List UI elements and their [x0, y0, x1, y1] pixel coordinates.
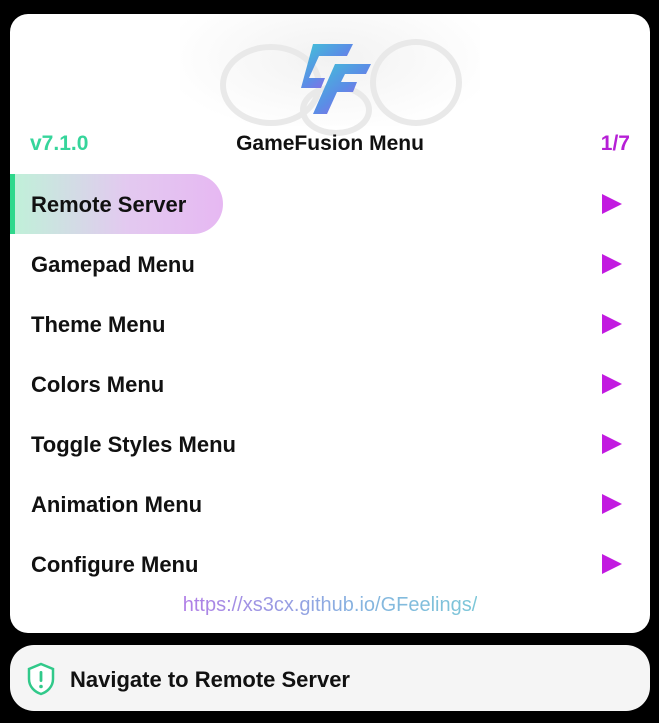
menu-item-label: Animation Menu — [31, 492, 203, 517]
play-arrow-icon — [602, 254, 622, 274]
play-arrow-icon — [602, 554, 622, 574]
page-indicator: 1/7 — [600, 132, 630, 155]
notification-toast: Navigate to Remote Server — [10, 645, 650, 711]
menu-header: GameFusion Menu v7.1.0 1/7 — [10, 132, 650, 160]
menu-item-label: Colors Menu — [31, 372, 165, 397]
footer-link[interactable]: https://xs3cx.github.io/GFeelings/ — [10, 594, 650, 617]
menu-item-label: Remote Server — [31, 192, 187, 217]
menu-list: Remote Server Gamepad Menu Theme Menu Co… — [10, 174, 650, 594]
menu-item-label: Theme Menu — [31, 312, 166, 337]
play-arrow-icon — [602, 314, 622, 334]
shield-alert-icon — [27, 662, 55, 696]
menu-item-label: Configure Menu — [31, 552, 199, 577]
menu-item-animation-menu[interactable]: Animation Menu — [10, 474, 650, 534]
toast-message: Navigate to Remote Server — [70, 667, 350, 692]
menu-item-theme-menu[interactable]: Theme Menu — [10, 294, 650, 354]
play-arrow-icon — [602, 374, 622, 394]
play-arrow-icon — [602, 434, 622, 454]
menu-title: GameFusion Menu — [236, 132, 424, 155]
menu-item-configure-menu[interactable]: Configure Menu — [10, 534, 650, 594]
menu-panel: GameFusion Menu v7.1.0 1/7 Remote Server… — [10, 14, 650, 633]
gamefusion-logo-icon — [301, 44, 371, 114]
play-arrow-icon — [602, 494, 622, 514]
menu-item-remote-server[interactable]: Remote Server — [10, 174, 650, 234]
selection-bar — [10, 174, 15, 234]
play-arrow-icon — [602, 194, 622, 214]
menu-item-toggle-styles-menu[interactable]: Toggle Styles Menu — [10, 414, 650, 474]
version-label: v7.1.0 — [30, 132, 89, 155]
footer-link-text[interactable]: https://xs3cx.github.io/GFeelings/ — [183, 594, 478, 616]
menu-item-label: Toggle Styles Menu — [31, 432, 236, 457]
menu-item-label: Gamepad Menu — [31, 252, 195, 277]
menu-item-colors-menu[interactable]: Colors Menu — [10, 354, 650, 414]
menu-item-gamepad-menu[interactable]: Gamepad Menu — [10, 234, 650, 294]
